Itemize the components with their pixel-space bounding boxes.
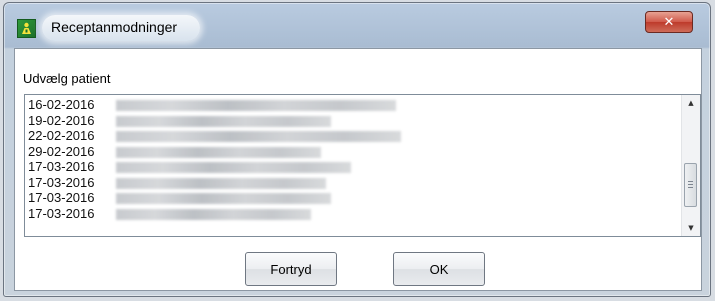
dialog-body: Udvælg patient 16-02-2016 19-02-2016 22-02…: [14, 48, 702, 291]
close-icon: ✕: [663, 14, 675, 30]
title-bar[interactable]: Receptanmodninger ✕: [4, 3, 710, 47]
row-date: 16-02-2016: [28, 97, 95, 112]
list-item[interactable]: 29-02-2016: [28, 143, 680, 161]
redacted-patient-name: [116, 208, 311, 220]
row-date: 17-03-2016: [28, 159, 95, 174]
window-title: Receptanmodninger: [51, 19, 178, 35]
list-item[interactable]: 17-03-2016: [28, 205, 680, 223]
patient-list: 16-02-2016 19-02-2016 22-02-2016 29-02-2016…: [28, 98, 680, 222]
redacted-patient-name: [116, 193, 331, 204]
redacted-patient-name: [116, 146, 321, 158]
scroll-thumb[interactable]: [684, 163, 697, 207]
redacted-patient-name: [116, 115, 331, 127]
redacted-patient-name: [116, 100, 396, 111]
select-patient-label: Udvælg patient: [23, 71, 111, 86]
row-date: 17-03-2016: [28, 205, 95, 221]
scroll-up-arrow-icon[interactable]: ▲: [682, 95, 700, 111]
vertical-scrollbar[interactable]: ▲ ▼: [681, 95, 700, 236]
redacted-patient-name: [116, 177, 326, 189]
list-item[interactable]: 16-02-2016: [28, 98, 680, 114]
row-date: 19-02-2016: [28, 112, 95, 128]
patient-listbox[interactable]: 16-02-2016 19-02-2016 22-02-2016 29-02-2016…: [24, 94, 701, 237]
redacted-patient-name: [116, 162, 351, 173]
dialog-window: Receptanmodninger ✕ Udvælg patient 16-02…: [3, 2, 711, 297]
list-item[interactable]: 17-03-2016: [28, 191, 680, 207]
row-date: 17-03-2016: [28, 190, 95, 205]
list-item[interactable]: 17-03-2016: [28, 160, 680, 176]
row-date: 22-02-2016: [28, 128, 95, 143]
scroll-down-arrow-icon[interactable]: ▼: [682, 220, 700, 236]
list-item[interactable]: 17-03-2016: [28, 174, 680, 192]
row-date: 17-03-2016: [28, 174, 95, 190]
ok-button[interactable]: OK: [393, 252, 485, 286]
grip-icon: [688, 180, 693, 190]
cancel-button[interactable]: Fortryd: [245, 252, 337, 286]
row-date: 29-02-2016: [28, 143, 95, 159]
list-item[interactable]: 22-02-2016: [28, 129, 680, 145]
list-item[interactable]: 19-02-2016: [28, 112, 680, 130]
app-logo-icon: [17, 19, 36, 38]
app-logo-glyph: [22, 22, 31, 34]
redacted-patient-name: [116, 131, 401, 142]
close-button[interactable]: ✕: [645, 11, 693, 33]
